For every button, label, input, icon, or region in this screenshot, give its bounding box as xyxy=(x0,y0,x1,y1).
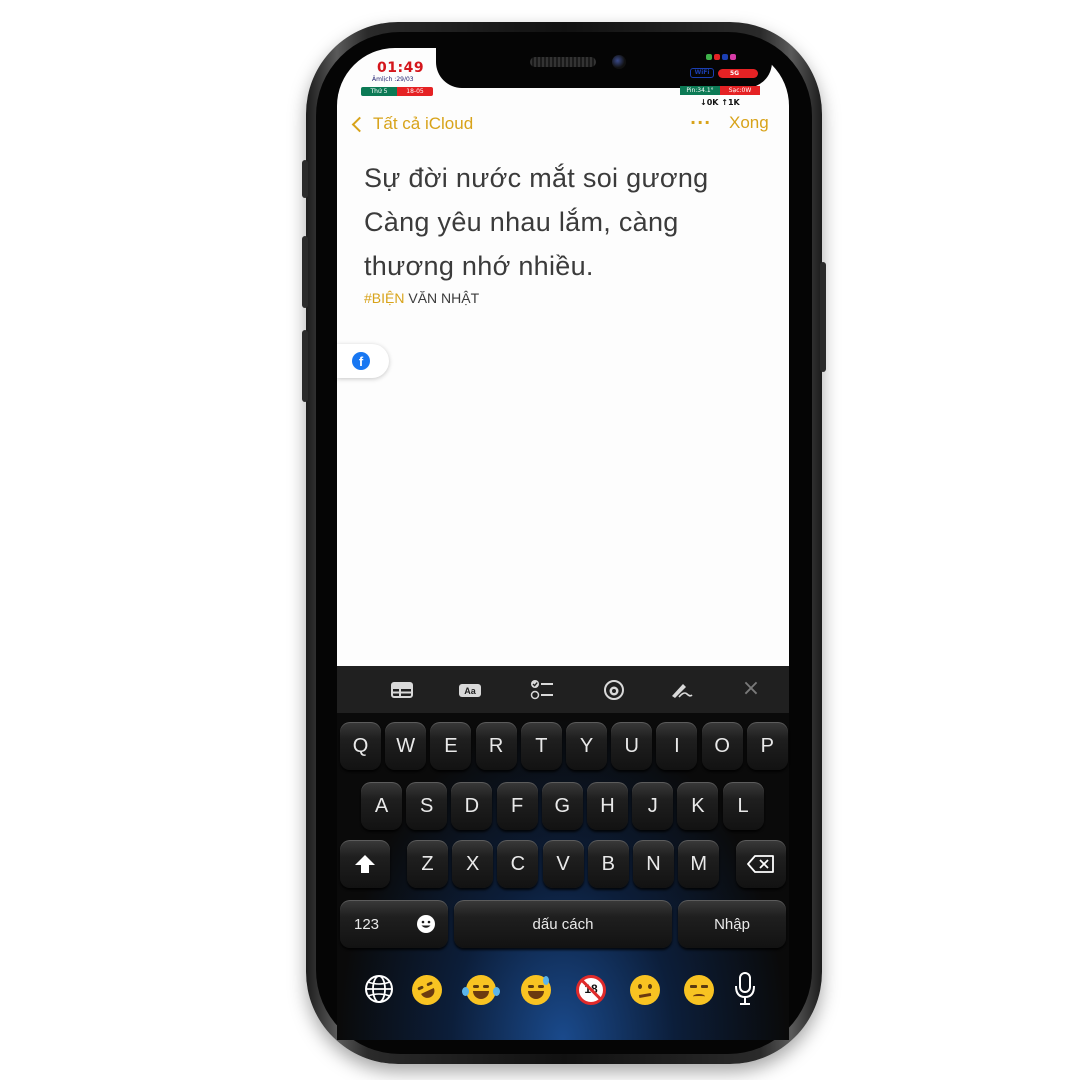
key-n[interactable]: N xyxy=(633,840,674,888)
charge-rate: Sạc:0W xyxy=(720,86,760,95)
key-w[interactable]: W xyxy=(385,722,427,770)
floating-facebook-button[interactable]: f xyxy=(337,344,389,378)
close-icon[interactable]: × xyxy=(741,676,761,702)
shift-arrow-icon xyxy=(355,855,375,873)
globe-icon[interactable] xyxy=(364,974,394,1004)
volume-down-button xyxy=(302,330,308,402)
key-s[interactable]: S xyxy=(406,782,448,830)
sweat-smile-emoji[interactable] xyxy=(521,975,551,1005)
hashtag-author: VĂN NHẬT xyxy=(404,290,480,306)
note-line: Càng yêu nhau lắm, càng xyxy=(364,207,679,237)
key-d[interactable]: D xyxy=(451,782,493,830)
back-label: Tất cả iCloud xyxy=(373,114,474,133)
note-line: Sự đời nước mắt soi gương xyxy=(364,163,709,193)
power-button xyxy=(820,262,826,372)
shift-key[interactable] xyxy=(340,840,390,888)
numbers-label: 123 xyxy=(354,915,380,933)
key-a[interactable]: A xyxy=(361,782,402,830)
mute-switch xyxy=(302,160,308,198)
space-key[interactable]: dấu cách xyxy=(454,900,672,948)
key-f[interactable]: F xyxy=(496,782,538,830)
key-i[interactable]: I xyxy=(656,722,698,770)
numbers-emoji-key[interactable]: 123 xyxy=(340,900,448,948)
key-p[interactable]: P xyxy=(746,722,788,770)
earpiece-speaker xyxy=(530,57,596,67)
key-e[interactable]: E xyxy=(430,722,472,770)
text-format-icon[interactable]: Aa xyxy=(458,680,482,700)
svg-text:Aa: Aa xyxy=(464,686,476,696)
clock-widget: 01:49 Âmlịch :29/03 Thứ 5 18-05 xyxy=(361,60,434,98)
key-c[interactable]: C xyxy=(497,840,539,888)
key-x[interactable]: X xyxy=(452,840,494,888)
key-z[interactable]: Z xyxy=(407,840,448,888)
key-j[interactable]: J xyxy=(632,782,674,830)
system-widget: WiFi 5G Pin:34.1° Sạc:0W ↓0K ↑1K xyxy=(680,52,764,110)
wifi-icon: WiFi xyxy=(690,68,714,78)
key-b[interactable]: B xyxy=(587,840,629,888)
key-h[interactable]: H xyxy=(587,782,628,830)
more-options-button[interactable]: ··· xyxy=(690,113,711,132)
status-time: 01:49 xyxy=(377,60,425,76)
lunar-date: Âmlịch :29/03 xyxy=(372,76,414,83)
battery-temp: Pin:34.1° xyxy=(680,86,720,95)
backspace-icon xyxy=(747,855,774,873)
date-badge: 18-05 xyxy=(397,87,433,96)
return-label: Nhập xyxy=(714,915,750,933)
return-key[interactable]: Nhập xyxy=(678,900,786,948)
hashtag: #BIỆN VĂN NHẬT xyxy=(364,290,479,306)
tears-of-joy-emoji[interactable] xyxy=(462,975,500,1005)
microphone-icon[interactable] xyxy=(734,972,756,1006)
confused-emoji[interactable] xyxy=(630,975,660,1005)
key-r[interactable]: R xyxy=(475,722,517,770)
done-button[interactable]: Xong xyxy=(729,113,769,133)
no-under-18-emoji[interactable]: 18 xyxy=(576,975,606,1005)
key-y[interactable]: Y xyxy=(566,722,607,770)
key-k[interactable]: K xyxy=(677,782,719,830)
key-m[interactable]: M xyxy=(678,840,720,888)
checklist-icon[interactable] xyxy=(530,678,554,702)
chevron-left-icon xyxy=(351,116,368,132)
notes-toolbar: Aa × xyxy=(337,666,789,714)
facebook-icon: f xyxy=(352,352,370,370)
space-label: dấu cách xyxy=(532,915,594,933)
hashtag-prefix: #BIỆN xyxy=(364,290,405,306)
camera-icon[interactable] xyxy=(602,678,626,702)
key-o[interactable]: O xyxy=(701,722,743,770)
markup-icon[interactable] xyxy=(669,680,693,700)
key-g[interactable]: G xyxy=(541,782,583,830)
note-body[interactable]: Sự đời nước mắt soi gương Càng yêu nhau … xyxy=(364,156,764,288)
key-u[interactable]: U xyxy=(611,722,653,770)
signal-badge: 5G xyxy=(718,69,758,78)
delete-key[interactable] xyxy=(736,840,786,888)
volume-up-button xyxy=(302,236,308,308)
back-button[interactable]: Tất cả iCloud xyxy=(348,112,473,136)
indicator-dots xyxy=(706,52,738,62)
unamused-emoji[interactable] xyxy=(684,975,714,1005)
note-line: thương nhớ nhiều. xyxy=(364,251,594,281)
table-icon[interactable] xyxy=(390,680,414,700)
front-camera xyxy=(612,55,626,69)
emoji-icon xyxy=(417,915,435,933)
network-speed: ↓0K ↑1K xyxy=(700,98,740,107)
key-q[interactable]: Q xyxy=(340,722,381,770)
weekday-badge: Thứ 5 xyxy=(361,87,397,96)
key-l[interactable]: L xyxy=(722,782,764,830)
key-v[interactable]: V xyxy=(542,840,584,888)
key-t[interactable]: T xyxy=(520,722,562,770)
